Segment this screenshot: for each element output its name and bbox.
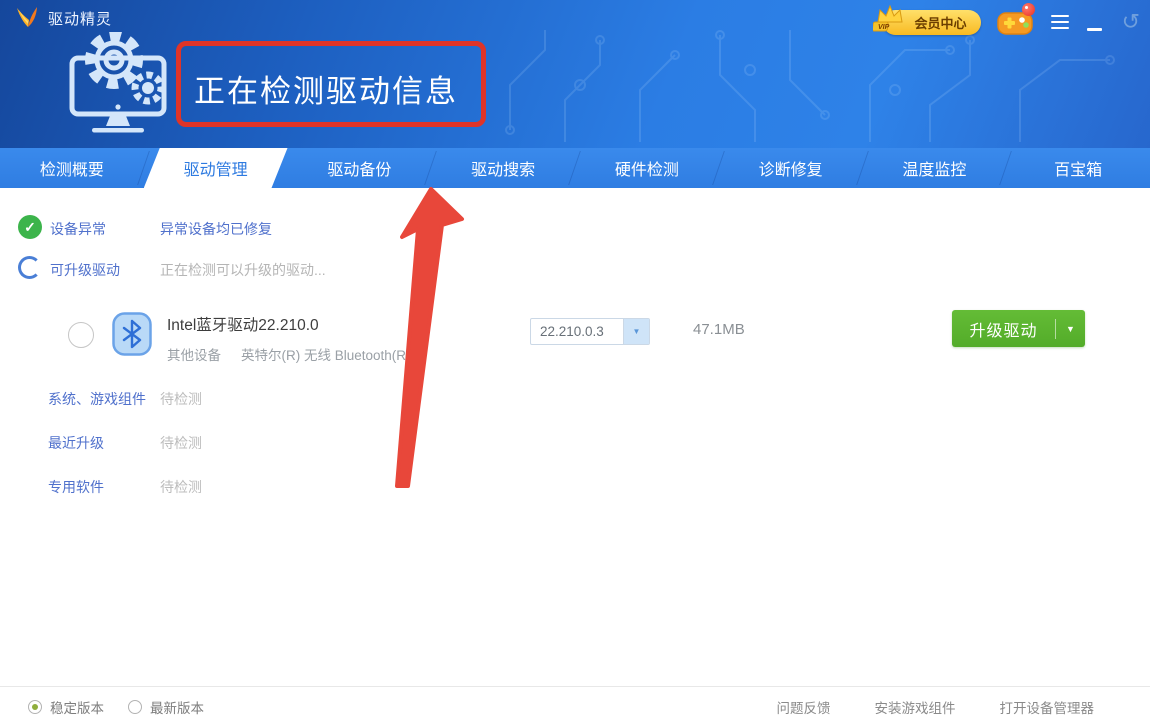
loading-spinner-icon (18, 256, 41, 279)
tab-driver-backup[interactable]: 驱动备份 (288, 148, 432, 188)
tab-hardware-detection[interactable]: 硬件检测 (575, 148, 719, 188)
radio-selected-icon (28, 700, 42, 714)
notification-dot (1022, 3, 1035, 16)
game-center-button[interactable] (997, 6, 1033, 38)
status-label-upgradable: 可升级驱动 (50, 260, 120, 280)
driver-select-checkbox[interactable] (68, 322, 94, 348)
svg-text:VIP: VIP (878, 24, 890, 31)
tab-driver-management[interactable]: 驱动管理 (144, 148, 288, 188)
category-recent-upgrade: 最近升级 (48, 433, 104, 453)
radio-latest-version[interactable]: 最新版本 (128, 697, 204, 717)
minimize-button[interactable] (1087, 28, 1102, 31)
tab-bar: 检测概要 驱动管理 驱动备份 驱动搜索 硬件检测 诊断修复 温度监控 百宝箱 (0, 148, 1150, 188)
category-special-software: 专用软件 (48, 477, 104, 497)
vip-crown-icon: VIP (873, 3, 905, 33)
tab-toolbox[interactable]: 百宝箱 (1006, 148, 1150, 188)
upgrade-options-caret[interactable]: ▼ (1056, 324, 1085, 334)
undo-icon[interactable]: ↺ (1122, 11, 1140, 33)
menu-button[interactable] (1049, 11, 1071, 34)
window-controls: VIP 会员中心 ↺ (883, 4, 1140, 40)
category-special-software-status: 待检测 (160, 477, 202, 497)
app-title: 驱动精灵 (48, 8, 112, 29)
link-feedback[interactable]: 问题反馈 (777, 697, 831, 717)
driver-category: 其他设备 (167, 344, 221, 364)
version-select-caret: ▼ (623, 319, 649, 344)
driver-name: Intel蓝牙驱动22.210.0 (167, 313, 319, 335)
upgrade-driver-label: 升级驱动 (952, 317, 1055, 341)
footer-links: 问题反馈 安装游戏组件 打开设备管理器 (777, 697, 1095, 717)
version-select[interactable]: 22.210.0.3 ▼ (530, 318, 650, 345)
category-system-game-status: 待检测 (160, 389, 202, 409)
status-detail-upgradable: 正在检测可以升级的驱动... (160, 260, 326, 280)
bluetooth-icon (112, 312, 152, 356)
category-recent-upgrade-status: 待检测 (160, 433, 202, 453)
driver-device: 英特尔(R) 无线 Bluetooth(R) (241, 344, 411, 364)
titlebar: 驱动精灵 VIP 会员中心 (0, 0, 1150, 36)
monitor-gears-icon (62, 32, 180, 138)
app-logo-icon (14, 6, 40, 30)
page-title: 正在检测驱动信息 (194, 66, 458, 111)
radio-stable-version[interactable]: 稳定版本 (28, 697, 104, 717)
version-radio-group: 稳定版本 最新版本 (28, 697, 204, 717)
driver-size: 47.1MB (693, 321, 745, 338)
link-open-device-manager[interactable]: 打开设备管理器 (1000, 697, 1095, 717)
app-window: 驱动精灵 VIP 会员中心 (0, 0, 1150, 727)
vip-center-label: 会员中心 (915, 13, 967, 32)
tab-detection-summary[interactable]: 检测概要 (0, 148, 144, 188)
footer-bar: 稳定版本 最新版本 问题反馈 安装游戏组件 打开设备管理器 (0, 686, 1150, 727)
radio-unselected-icon (128, 700, 142, 714)
version-select-value: 22.210.0.3 (531, 324, 623, 339)
status-label-device-abnormal: 设备异常 (50, 219, 106, 239)
driver-subinfo: 其他设备 英特尔(R) 无线 Bluetooth(R) (167, 344, 411, 364)
category-system-game: 系统、游戏组件 (48, 389, 146, 409)
header-area: 驱动精灵 VIP 会员中心 (0, 0, 1150, 148)
tab-diagnose-repair[interactable]: 诊断修复 (719, 148, 863, 188)
status-detail-device-abnormal: 异常设备均已修复 (160, 219, 272, 239)
tab-temperature-monitor[interactable]: 温度监控 (863, 148, 1007, 188)
upgrade-driver-button[interactable]: 升级驱动 ▼ (952, 310, 1085, 347)
tab-driver-search[interactable]: 驱动搜索 (431, 148, 575, 188)
caret-down-icon: ▼ (1066, 324, 1075, 334)
vip-center-button[interactable]: VIP 会员中心 (883, 10, 981, 35)
circuit-pattern-decoration (490, 30, 1150, 142)
caret-down-icon: ▼ (633, 327, 641, 336)
link-install-game-components[interactable]: 安装游戏组件 (875, 697, 956, 717)
success-check-icon: ✓ (18, 215, 42, 239)
